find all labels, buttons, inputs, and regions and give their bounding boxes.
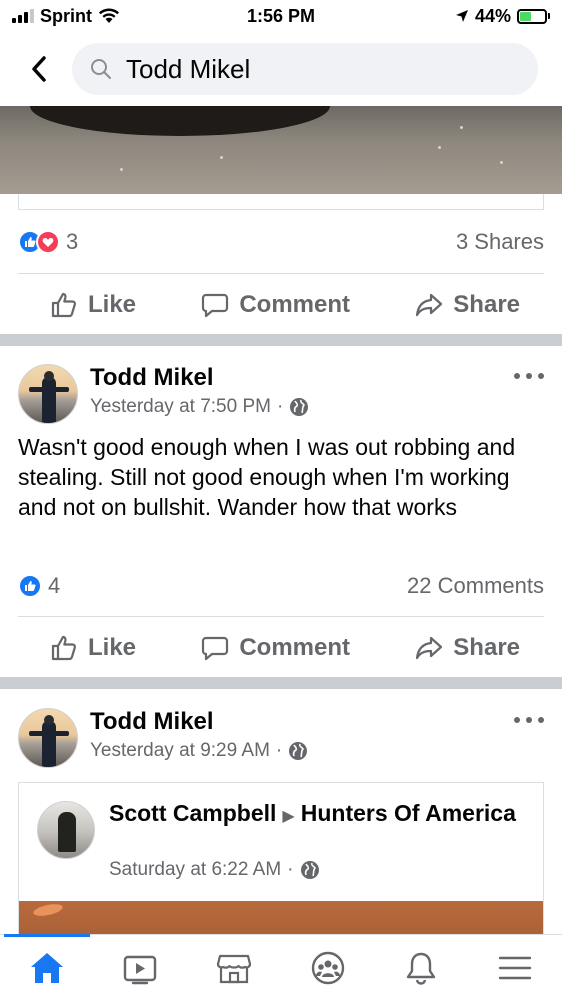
battery-fill — [520, 11, 531, 21]
like-reaction-icon — [18, 574, 42, 598]
tab-menu[interactable] — [485, 943, 545, 993]
comments-count[interactable]: 22 Comments — [407, 573, 544, 599]
post-actions: Like Comment Share — [18, 275, 544, 335]
post-header: Todd Mikel Yesterday at 7:50 PM · — [18, 364, 544, 428]
post-actions: Like Comment Share — [18, 618, 544, 678]
battery-percentage: 44% — [474, 5, 511, 26]
avatar[interactable] — [18, 708, 78, 768]
carrier-name: Sprint — [40, 5, 92, 26]
triangle-right-icon: ▶ — [282, 808, 295, 825]
wifi-icon — [99, 8, 119, 23]
home-icon — [30, 952, 63, 983]
signal-icon — [12, 9, 34, 23]
tab-watch[interactable] — [110, 943, 170, 993]
globe-icon — [300, 861, 319, 879]
menu-icon — [498, 956, 532, 979]
search-query: Todd Mikel — [126, 53, 251, 84]
status-bar: Sprint 1:56 PM 44% — [0, 0, 562, 32]
globe-icon — [290, 398, 309, 416]
comment-label: Comment — [239, 634, 350, 661]
share-label: Share — [453, 634, 520, 661]
post-timestamp[interactable]: Yesterday at 9:29 AM — [90, 740, 270, 762]
feed-separator — [0, 677, 562, 689]
search-icon — [91, 59, 111, 79]
share-button[interactable]: Share — [415, 291, 520, 319]
tab-notifications[interactable] — [391, 943, 451, 993]
divider — [18, 273, 544, 274]
post-meta: Yesterday at 9:29 AM · — [90, 740, 308, 762]
reactions-summary[interactable]: 4 22 Comments — [18, 566, 544, 606]
post-header: Todd Mikel Yesterday at 9:29 AM · — [18, 708, 544, 772]
avatar[interactable] — [37, 801, 95, 859]
post-timestamp[interactable]: Yesterday at 7:50 PM — [90, 396, 271, 418]
groups-icon — [311, 951, 344, 984]
like-label: Like — [88, 634, 137, 661]
shared-post-meta: Saturday at 6:22 AM · — [109, 859, 320, 881]
feed-separator — [0, 334, 562, 346]
reaction-count: 4 — [48, 573, 61, 598]
post-text: Wasn't good enough when I was out robbin… — [18, 434, 516, 520]
share-icon — [416, 636, 443, 660]
chevron-left-icon — [32, 56, 46, 82]
notifications-icon — [407, 952, 436, 985]
comment-icon — [202, 636, 229, 661]
comment-button[interactable]: Comment — [201, 291, 350, 319]
search-header: Todd Mikel — [0, 32, 562, 106]
status-left: Sprint — [12, 6, 120, 27]
divider — [18, 616, 544, 617]
shared-group[interactable]: Hunters Of America — [301, 800, 516, 826]
meta-separator: · — [287, 859, 294, 880]
love-reaction-icon — [36, 230, 60, 254]
globe-icon — [289, 742, 308, 760]
like-icon — [51, 292, 77, 318]
battery-icon — [517, 8, 550, 24]
comment-icon — [202, 293, 229, 318]
tab-marketplace[interactable] — [204, 943, 264, 993]
comment-label: Comment — [239, 291, 350, 318]
search-input[interactable]: Todd Mikel — [72, 43, 538, 95]
like-icon — [51, 635, 77, 661]
post-meta: Yesterday at 7:50 PM · — [90, 396, 309, 418]
shared-post-card[interactable]: Scott Campbell ▶ Hunters Of America Saturd… — [18, 782, 544, 942]
post-options-button[interactable] — [514, 714, 544, 726]
avatar[interactable] — [18, 364, 78, 424]
watch-icon — [124, 955, 157, 984]
post-author[interactable]: Todd Mikel — [90, 364, 214, 392]
location-arrow-icon — [455, 10, 468, 22]
comment-button[interactable]: Comment — [201, 634, 350, 662]
reaction-count: 3 — [66, 229, 79, 254]
marketplace-icon — [217, 954, 252, 983]
share-icon — [416, 293, 443, 317]
post-author[interactable]: Todd Mikel — [90, 708, 214, 736]
back-button[interactable] — [26, 49, 52, 89]
shared-timestamp[interactable]: Saturday at 6:22 AM — [109, 859, 281, 881]
shared-card-border — [18, 194, 544, 210]
like-button[interactable]: Like — [50, 634, 136, 662]
meta-separator: · — [276, 396, 284, 417]
reactions-summary[interactable]: 3 3 Shares — [18, 222, 544, 262]
share-button[interactable]: Share — [415, 634, 520, 662]
share-label: Share — [453, 291, 520, 318]
shared-author[interactable]: Scott Campbell — [109, 800, 276, 826]
status-right: 44% — [455, 6, 550, 27]
shared-post-photo[interactable] — [0, 106, 562, 194]
post-options-button[interactable] — [514, 370, 544, 382]
like-button[interactable]: Like — [50, 291, 136, 319]
tab-home[interactable] — [17, 943, 77, 993]
shared-post-title: Scott Campbell ▶ Hunters Of America — [109, 799, 529, 831]
active-tab-indicator — [4, 934, 90, 937]
tab-groups[interactable] — [298, 943, 358, 993]
shares-count[interactable]: 3 Shares — [456, 229, 544, 255]
bottom-tab-bar — [0, 934, 562, 1000]
like-label: Like — [88, 291, 137, 318]
meta-separator: · — [275, 740, 283, 761]
